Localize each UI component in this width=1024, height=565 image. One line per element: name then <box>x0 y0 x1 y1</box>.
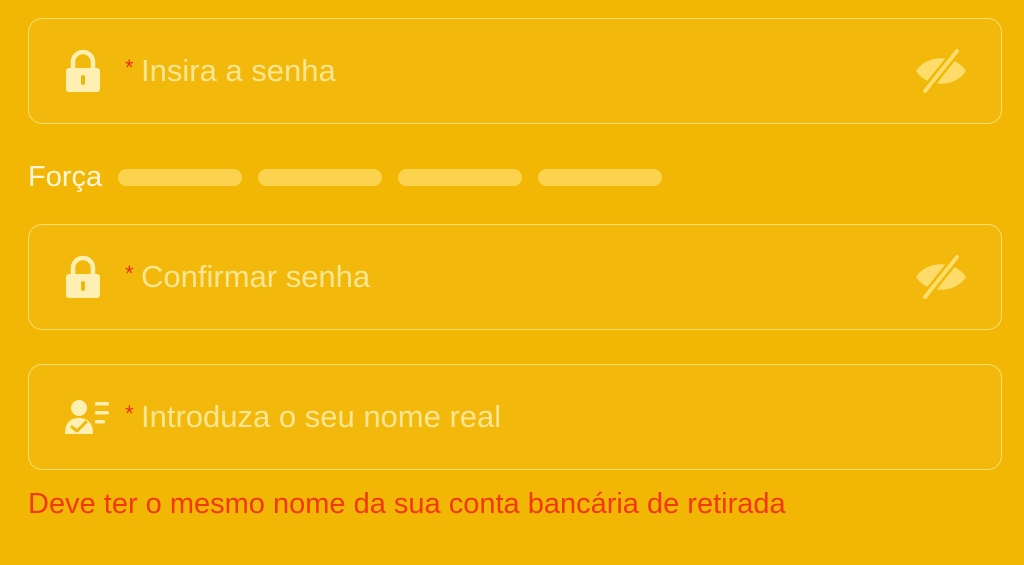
strength-bar <box>538 168 663 186</box>
strength-bar <box>118 168 243 186</box>
required-asterisk: * <box>125 261 134 286</box>
confirm-password-field[interactable]: * <box>28 224 1002 330</box>
password-field[interactable]: * <box>28 18 1002 124</box>
real-name-hint: Deve ter o mesmo nome da sua conta bancá… <box>28 488 786 520</box>
real-name-field[interactable]: * <box>28 364 1002 470</box>
id-card-icon <box>65 400 109 434</box>
lock-icon <box>66 255 100 298</box>
strength-bar <box>258 168 383 186</box>
password-input[interactable] <box>141 49 881 93</box>
required-asterisk: * <box>125 401 134 426</box>
real-name-input[interactable] <box>141 395 881 439</box>
eye-off-icon[interactable] <box>913 46 969 96</box>
lock-icon <box>66 49 100 92</box>
strength-bar <box>398 168 523 186</box>
eye-off-icon[interactable] <box>913 252 969 302</box>
password-strength-meter: Força <box>28 160 678 194</box>
strength-label: Força <box>28 160 103 193</box>
required-asterisk: * <box>125 55 134 80</box>
confirm-password-input[interactable] <box>141 255 881 299</box>
